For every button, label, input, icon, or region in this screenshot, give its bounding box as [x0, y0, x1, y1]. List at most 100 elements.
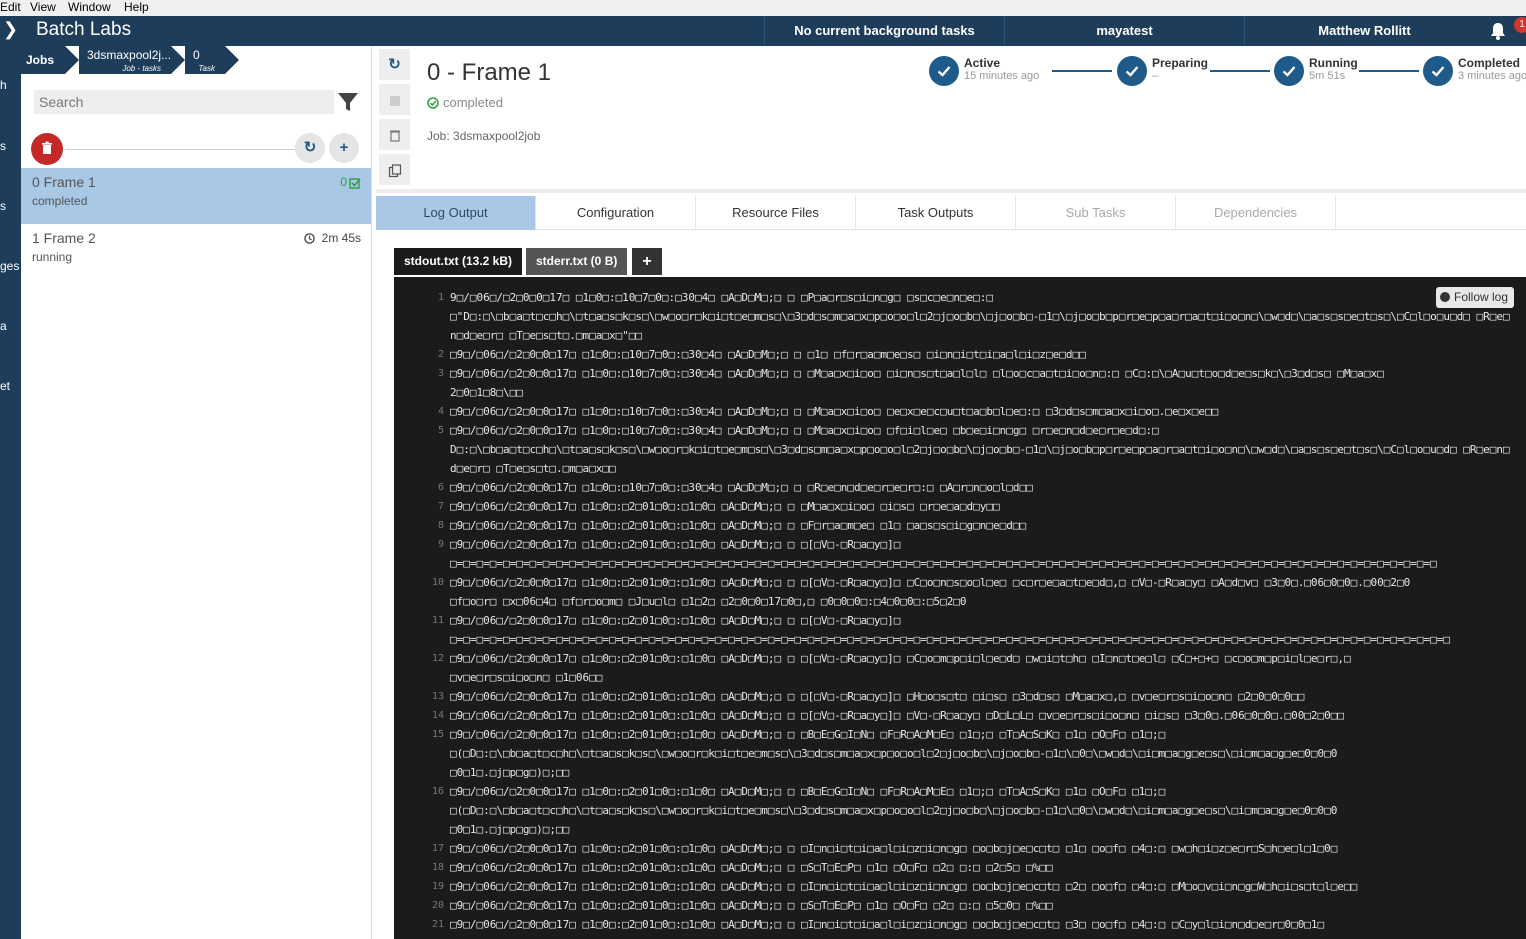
- divider: [376, 189, 1526, 193]
- delete-button[interactable]: [379, 119, 410, 150]
- line-number: 4: [437, 406, 444, 417]
- line-text: □9□/□06□/□2□0□0□17□ □1□0□:□2□01□0□:□1□0□…: [450, 709, 1345, 722]
- line-text: □9□/□06□/□2□0□0□17□ □1□0□:□2□01□0□:□1□0□…: [450, 614, 1451, 646]
- check-icon: [1423, 56, 1453, 86]
- breadcrumb-label: 3dsmaxpool2j...: [87, 48, 172, 62]
- line-text: □9□/□06□/□2□0□0□17□ □1□0□:□2□01□0□:□1□0□…: [450, 538, 1437, 570]
- line-text: □9□/□06□/□2□0□0□17□ □1□0□:□10□7□0□:□30□4…: [450, 367, 1384, 399]
- task-state: completed: [32, 194, 88, 208]
- breadcrumb-task[interactable]: 0 Task: [185, 46, 225, 74]
- nav-item-label[interactable]: a: [0, 319, 7, 333]
- plus-icon: +: [339, 139, 349, 156]
- line-text: □9□/□06□/□2□0□0□17□ □1□0□:□2□01□0□:□1□0□…: [450, 880, 1358, 893]
- line-text: 9□/□06□/□2□0□0□17□ □1□0□:□10□7□0□:□30□4□…: [450, 291, 1510, 342]
- nav-item-label[interactable]: et: [0, 379, 10, 393]
- line-text: □9□/□06□/□2□0□0□17□ □1□0□:□2□01□0□:□1□0□…: [450, 690, 1305, 703]
- line-number: 13: [431, 691, 444, 702]
- menu-item-window[interactable]: Window: [68, 0, 111, 14]
- line-text: □9□/□06□/□2□0□0□17□ □1□0□:□2□01□0□:□1□0□…: [450, 842, 1338, 855]
- line-number: 12: [431, 653, 444, 664]
- timeline-sub: 5m 51s: [1309, 70, 1346, 82]
- line-number: 9: [437, 539, 444, 550]
- line-text: □9□/□06□/□2□0□0□17□ □1□0□:□2□01□0□:□1□0□…: [450, 785, 1338, 836]
- task-state: running: [32, 250, 73, 264]
- tab-log-output[interactable]: Log Output: [376, 196, 536, 230]
- timeline-sub: 3 minutes ago: [1458, 70, 1526, 82]
- terminate-task-button[interactable]: [379, 84, 410, 115]
- tab-dependencies[interactable]: Dependencies: [1176, 196, 1336, 230]
- menu-item-help[interactable]: Help: [124, 0, 149, 14]
- line-number: 1: [437, 292, 444, 303]
- line-number: 10: [431, 577, 444, 588]
- delete-task-button[interactable]: [31, 133, 63, 165]
- menu-item-edit[interactable]: Edit: [0, 0, 21, 14]
- app-title: Batch Labs: [36, 19, 132, 40]
- breadcrumb-job[interactable]: 3dsmaxpool2j... Job - tasks: [79, 46, 171, 74]
- line-text: □9□/□06□/□2□0□0□17□ □1□0□:□2□01□0□:□1□0□…: [450, 652, 1351, 684]
- line-text: □9□/□06□/□2□0□0□17□ □1□0□:□2□01□0□:□1□0□…: [450, 899, 1053, 912]
- breadcrumb-arrow: [65, 46, 79, 74]
- line-number: 6: [437, 482, 444, 493]
- nav-item-label[interactable]: h: [0, 78, 7, 92]
- account-selector[interactable]: mayatest: [1004, 16, 1244, 46]
- breadcrumb-label: 0: [193, 48, 200, 62]
- task-exit-code: 0: [340, 175, 347, 189]
- trash-icon: [389, 130, 400, 142]
- line-number: 21: [431, 919, 444, 930]
- refresh-icon: ↻: [388, 56, 401, 73]
- file-tab-stderr[interactable]: stderr.txt (0 B): [526, 248, 628, 275]
- clock-icon: [304, 233, 315, 244]
- stop-icon: [389, 95, 400, 106]
- line-number: 18: [431, 862, 444, 873]
- line-number: 7: [437, 501, 444, 512]
- add-task-button[interactable]: +: [329, 133, 359, 163]
- timeline-connector: [1052, 70, 1112, 72]
- app-header: ❯ Batch Labs No current background tasks…: [0, 16, 1526, 46]
- tab-resource-files[interactable]: Resource Files: [696, 196, 856, 230]
- filter-icon[interactable]: [337, 90, 359, 114]
- status-text: completed: [443, 95, 503, 110]
- line-text: □9□/□06□/□2□0□0□17□ □1□0□:□10□7□0□:□30□4…: [450, 481, 1033, 494]
- timeline-connector: [1210, 70, 1270, 72]
- check-square-icon: [349, 178, 361, 189]
- breadcrumb-arrow: [225, 46, 239, 74]
- page-title: 0 - Frame 1: [427, 59, 552, 86]
- menu-bar: Edit View Window Help: [0, 0, 1526, 16]
- line-number: 19: [431, 881, 444, 892]
- nav-item-label[interactable]: ges: [0, 259, 19, 273]
- breadcrumb-sublabel: Job - tasks: [122, 64, 161, 73]
- tab-configuration[interactable]: Configuration: [536, 196, 696, 230]
- line-text: □9□/□06□/□2□0□0□17□ □1□0□:□2□01□0□:□1□0□…: [450, 576, 1411, 608]
- chevron-right-icon[interactable]: ❯: [3, 19, 18, 40]
- line-number: 5: [437, 425, 444, 436]
- nav-item-label[interactable]: s: [0, 199, 6, 213]
- tab-task-outputs[interactable]: Task Outputs: [856, 196, 1016, 230]
- background-tasks-indicator[interactable]: No current background tasks: [764, 16, 1004, 46]
- breadcrumb-arrow: [171, 46, 185, 74]
- line-text: □9□/□06□/□2□0□0□17□ □1□0□:□2□01□0□:□1□0□…: [450, 500, 1000, 513]
- line-text: □9□/□06□/□2□0□0□17□ □1□0□:□2□01□0□:□1□0□…: [450, 519, 1027, 532]
- job-name: Job: 3dsmaxpool2job: [427, 129, 541, 143]
- clone-task-button[interactable]: [379, 154, 410, 185]
- menu-item-view[interactable]: View: [30, 0, 56, 14]
- bell-icon[interactable]: [1488, 21, 1508, 41]
- timeline-label: Preparing: [1152, 56, 1209, 70]
- log-output[interactable]: Follow log 1 9□/□06□/□2□0□0□17□ □1□0□:□1…: [394, 277, 1526, 939]
- nav-item-label[interactable]: s: [0, 139, 6, 153]
- add-file-tab-button[interactable]: +: [632, 248, 662, 275]
- task-list-item[interactable]: 0 Frame 1 completed 0: [21, 168, 371, 224]
- file-tab-stdout[interactable]: stdout.txt (13.2 kB): [394, 248, 523, 275]
- refresh-task-button[interactable]: ↻: [379, 49, 410, 80]
- line-number: 2: [437, 349, 444, 360]
- line-number: 15: [431, 729, 444, 740]
- check-icon: [929, 56, 959, 86]
- check-icon: [1274, 56, 1304, 86]
- task-list-item[interactable]: 1 Frame 2 running 2m 45s: [21, 224, 371, 280]
- search-input[interactable]: Search: [34, 90, 334, 114]
- refresh-button[interactable]: ↻: [295, 133, 325, 163]
- user-menu[interactable]: Matthew Rollitt: [1244, 16, 1484, 46]
- line-text: □9□/□06□/□2□0□0□17□ □1□0□:□2□01□0□:□1□0□…: [450, 918, 1325, 931]
- breadcrumb-jobs[interactable]: Jobs: [21, 46, 65, 74]
- timeline-connector: [1359, 70, 1419, 72]
- tab-sub-tasks[interactable]: Sub Tasks: [1016, 196, 1176, 230]
